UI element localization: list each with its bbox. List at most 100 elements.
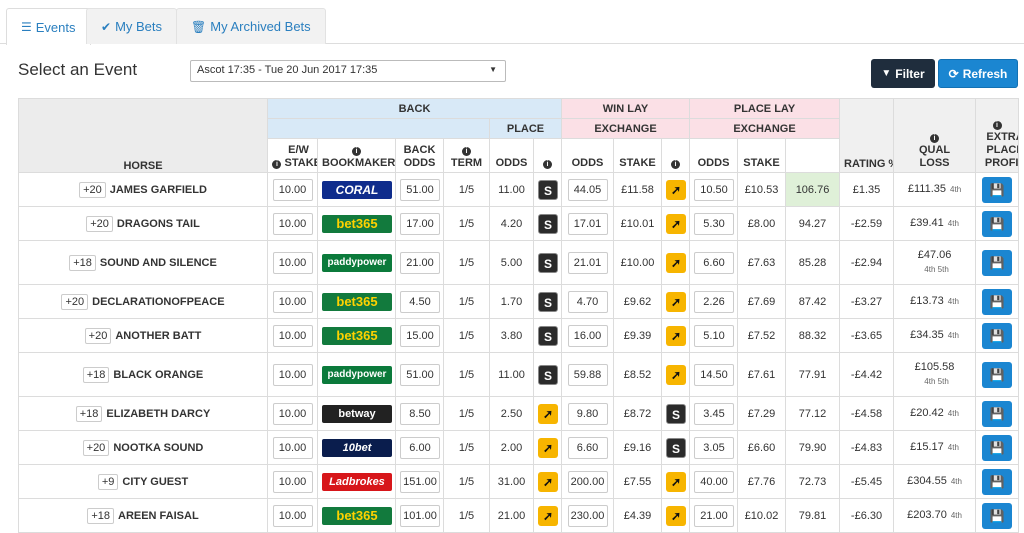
bookmaker-logo[interactable]: bet365 — [322, 326, 392, 345]
back-odds-input[interactable]: 51.00 — [400, 178, 440, 201]
win-odds-input[interactable]: 21.01 — [567, 251, 608, 274]
back-odds-input[interactable]: 51.00 — [400, 363, 440, 386]
bookmaker-logo[interactable]: paddypower — [322, 253, 392, 272]
refresh-button[interactable]: ⟳ Refresh — [938, 59, 1018, 88]
place-lay-odds-input[interactable]: 5.10 — [694, 324, 735, 347]
expand-button[interactable]: +20 — [84, 327, 112, 344]
win-odds-input[interactable]: 16.00 — [567, 324, 608, 347]
back-odds-input[interactable]: 17.00 — [400, 212, 440, 235]
ew-stake-input[interactable]: 10.00 — [272, 178, 313, 201]
place-exchange-cell[interactable]: S — [660, 396, 691, 431]
win-odds-input[interactable]: 4.70 — [567, 290, 608, 313]
save-button[interactable]: 💾 — [982, 249, 1013, 276]
place-exchange-cell[interactable]: S — [660, 430, 691, 465]
ew-stake-input[interactable]: 10.00 — [272, 470, 313, 493]
win-exchange-arrow-icon: ➚ — [538, 437, 558, 458]
place-exchange-cell[interactable]: ➚ — [660, 206, 691, 241]
back-odds-input[interactable]: 15.00 — [400, 324, 440, 347]
place-exchange-cell[interactable]: ➚ — [660, 172, 691, 207]
bookmaker-logo[interactable]: bet365 — [322, 292, 392, 311]
place-lay-odds-input[interactable]: 21.00 — [694, 504, 735, 527]
expand-button[interactable]: +9 — [97, 473, 119, 490]
event-select[interactable]: Ascot 17:35 - Tue 20 Jun 2017 17:35 ▼ — [190, 60, 506, 82]
expand-button[interactable]: +20 — [82, 439, 110, 456]
ew-stake-input[interactable]: 10.00 — [272, 436, 313, 459]
win-exchange-cell[interactable]: S — [533, 240, 562, 285]
place-lay-odds-input[interactable]: 2.26 — [694, 290, 735, 313]
place-lay-odds-input[interactable]: 10.50 — [694, 178, 735, 201]
win-exchange-cell[interactable]: S — [533, 352, 562, 397]
ew-stake-input[interactable]: 10.00 — [272, 212, 313, 235]
win-odds-input[interactable]: 59.88 — [567, 363, 608, 386]
win-exchange-cell[interactable]: S — [533, 318, 562, 353]
back-odds-input[interactable]: 101.00 — [400, 504, 440, 527]
place-exchange-cell[interactable]: ➚ — [660, 464, 691, 499]
bookmaker-logo[interactable]: bet365 — [322, 506, 392, 525]
place-lay-odds-input[interactable]: 5.30 — [694, 212, 735, 235]
back-odds-input[interactable]: 6.00 — [400, 436, 440, 459]
win-odds-input[interactable]: 6.60 — [567, 436, 608, 459]
place-exchange-cell[interactable]: ➚ — [660, 284, 691, 319]
win-exchange-cell[interactable]: S — [533, 284, 562, 319]
expand-button[interactable]: +18 — [87, 507, 114, 524]
win-odds-cell: 9.80 — [561, 396, 614, 431]
expand-button[interactable]: +20 — [61, 293, 89, 310]
expand-button[interactable]: +18 — [82, 366, 110, 383]
back-odds-input[interactable]: 151.00 — [400, 470, 440, 493]
ew-stake-input[interactable]: 10.00 — [272, 324, 313, 347]
back-odds-input[interactable]: 8.50 — [400, 402, 440, 425]
place-lay-odds-input[interactable]: 3.45 — [694, 402, 735, 425]
ew-stake-input[interactable]: 10.00 — [272, 363, 313, 386]
bookmaker-logo[interactable]: Ladbrokes — [322, 472, 392, 491]
place-exchange-cell[interactable]: ➚ — [660, 318, 691, 353]
win-exchange-cell[interactable]: ➚ — [533, 498, 562, 533]
bookmaker-logo[interactable]: bet365 — [322, 214, 392, 233]
win-odds-input[interactable]: 17.01 — [567, 212, 608, 235]
place-lay-odds-input[interactable]: 3.05 — [694, 436, 735, 459]
win-exchange-cell[interactable]: ➚ — [533, 464, 562, 499]
bookmaker-logo[interactable]: paddypower — [322, 365, 392, 384]
save-button[interactable]: 💾 — [982, 361, 1013, 388]
place-lay-odds-input[interactable]: 40.00 — [694, 470, 735, 493]
save-button[interactable]: 💾 — [982, 322, 1013, 349]
horse-name: BLACK ORANGE — [113, 368, 204, 381]
ew-stake-input[interactable]: 10.00 — [272, 290, 313, 313]
expand-button[interactable]: +20 — [86, 215, 113, 232]
back-odds-input[interactable]: 21.00 — [400, 251, 440, 274]
place-lay-odds-input[interactable]: 6.60 — [694, 251, 735, 274]
save-button[interactable]: 💾 — [982, 434, 1013, 461]
place-stake-cell: £10.02 — [737, 498, 787, 533]
place-exchange-cell[interactable]: ➚ — [660, 352, 691, 397]
win-exchange-cell[interactable]: ➚ — [533, 396, 562, 431]
tab-my-archived-bets[interactable]: 🗑 My Archived Bets — [176, 8, 326, 44]
win-odds-input[interactable]: 9.80 — [567, 402, 608, 425]
ew-stake-input[interactable]: 10.00 — [272, 504, 313, 527]
place-exchange-cell[interactable]: ➚ — [660, 240, 691, 285]
expand-button[interactable]: +20 — [79, 181, 106, 198]
tab-events[interactable]: ☰ Events — [6, 8, 91, 45]
expand-button[interactable]: +18 — [69, 254, 96, 271]
place-lay-odds-input[interactable]: 14.50 — [694, 363, 735, 386]
save-button[interactable]: 💾 — [982, 176, 1013, 203]
place-exchange-cell[interactable]: ➚ — [660, 498, 691, 533]
bookmaker-logo[interactable]: 10bet — [322, 438, 392, 457]
win-odds-input[interactable]: 200.00 — [567, 470, 608, 493]
win-odds-input[interactable]: 44.05 — [567, 178, 608, 201]
win-exchange-cell[interactable]: S — [533, 206, 562, 241]
save-button[interactable]: 💾 — [982, 210, 1013, 237]
save-button[interactable]: 💾 — [982, 468, 1013, 495]
win-exchange-cell[interactable]: ➚ — [533, 430, 562, 465]
save-button[interactable]: 💾 — [982, 400, 1013, 427]
bookmaker-logo[interactable]: CORAL — [322, 180, 392, 199]
save-button[interactable]: 💾 — [982, 502, 1013, 529]
bookmaker-logo[interactable]: betway — [322, 404, 392, 423]
win-odds-input[interactable]: 230.00 — [567, 504, 608, 527]
filter-button[interactable]: ▼ Filter — [871, 59, 935, 88]
back-odds-input[interactable]: 4.50 — [400, 290, 440, 313]
tab-my-bets[interactable]: ✔ My Bets — [86, 8, 178, 44]
ew-stake-input[interactable]: 10.00 — [272, 402, 313, 425]
expand-button[interactable]: +18 — [75, 405, 103, 422]
win-exchange-cell[interactable]: S — [533, 172, 562, 207]
ew-stake-input[interactable]: 10.00 — [272, 251, 313, 274]
save-button[interactable]: 💾 — [982, 288, 1013, 315]
